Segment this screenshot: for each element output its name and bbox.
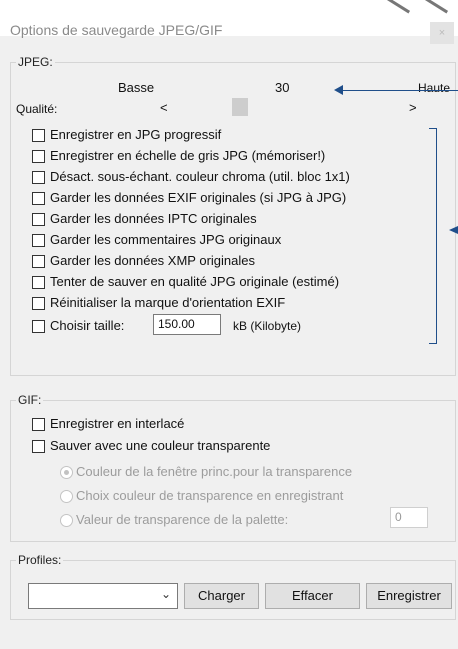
option-original-quality-label: Tenter de sauver en qualité JPG original… <box>50 274 340 289</box>
radio-choose-color-label: Choix couleur de transparence en enregis… <box>76 488 344 503</box>
checkbox-iptc[interactable] <box>32 213 45 226</box>
checkbox-xmp[interactable] <box>32 255 45 268</box>
size-unit-label: kB (Kilobyte) <box>233 319 302 333</box>
quality-left-arrow[interactable]: < <box>160 100 168 115</box>
top-edge <box>0 0 310 8</box>
profiles-label: Profiles: <box>16 553 64 567</box>
transparent-label: Sauver avec une couleur transparente <box>50 438 271 453</box>
save-button[interactable]: Enregistrer <box>366 583 452 609</box>
quality-low-label: Basse <box>118 80 155 95</box>
quality-value: 30 <box>275 80 290 95</box>
quality-high-label: Haute <box>418 81 451 95</box>
checkbox-reset-orientation[interactable] <box>32 297 45 310</box>
checkbox-chroma[interactable] <box>32 171 45 184</box>
annotation-arrow-line <box>340 90 458 91</box>
option-chroma-label: Désact. sous-échant. couleur chroma (uti… <box>50 169 350 184</box>
checkbox-exif[interactable] <box>32 192 45 205</box>
palette-value-input[interactable]: 0 <box>390 507 428 528</box>
load-button[interactable]: Charger <box>184 583 259 609</box>
gif-group-label: GIF: <box>16 393 44 407</box>
radio-palette-value-label: Valeur de transparence de la palette: <box>76 512 289 527</box>
option-progressive-label: Enregistrer en JPG progressif <box>50 127 222 142</box>
delete-button[interactable]: Effacer <box>265 583 360 609</box>
checkbox-comments[interactable] <box>32 234 45 247</box>
radio-window-color[interactable] <box>60 466 73 479</box>
radio-palette-value[interactable] <box>60 514 73 527</box>
profiles-select[interactable]: ⌄ <box>28 583 178 609</box>
annotation-arrowhead <box>334 85 343 95</box>
checkbox-interlaced[interactable] <box>32 418 45 431</box>
interlaced-label: Enregistrer en interlacé <box>50 416 185 431</box>
chevron-down-icon: ⌄ <box>160 587 171 601</box>
checkbox-progressive[interactable] <box>32 129 45 142</box>
window-title: Options de sauvegarde JPEG/GIF <box>10 22 223 38</box>
checkbox-transparent[interactable] <box>32 440 45 453</box>
option-iptc-label: Garder les données IPTC originales <box>50 211 257 226</box>
size-input[interactable]: 150.00 <box>153 314 221 335</box>
choose-size-label: Choisir taille: <box>50 318 125 333</box>
checkbox-choose-size[interactable] <box>32 320 45 333</box>
option-reset-orientation-label: Réinitialiser la marque d'orientation EX… <box>50 295 286 310</box>
checkbox-grayscale[interactable] <box>32 150 45 163</box>
option-xmp-label: Garder les données XMP originales <box>50 253 255 268</box>
jpeg-group-label: JPEG: <box>16 55 55 69</box>
checkbox-original-quality[interactable] <box>32 276 45 289</box>
quality-right-arrow[interactable]: > <box>409 100 417 115</box>
annotation-bracket <box>429 128 437 344</box>
radio-window-color-label: Couleur de la fenêtre princ.pour la tran… <box>76 464 353 479</box>
quality-slider-thumb[interactable] <box>232 98 248 116</box>
option-exif-label: Garder les données EXIF originales (si J… <box>50 190 347 205</box>
close-button[interactable]: × <box>430 22 454 44</box>
option-grayscale-label: Enregistrer en échelle de gris JPG (mémo… <box>50 148 326 163</box>
option-comments-label: Garder les commentaires JPG originaux <box>50 232 282 247</box>
radio-choose-color[interactable] <box>60 490 73 503</box>
quality-label: Qualité: <box>16 102 58 116</box>
